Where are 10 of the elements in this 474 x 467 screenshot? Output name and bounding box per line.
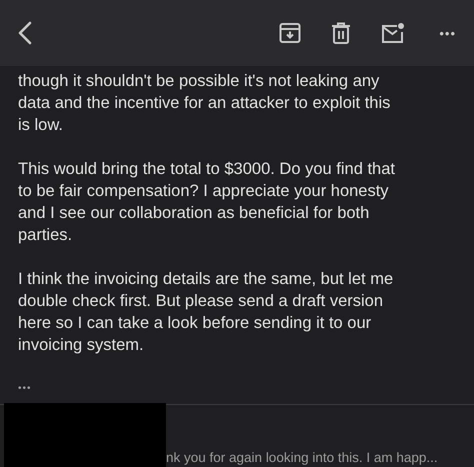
archive-icon[interactable]: [279, 22, 302, 44]
trash-icon[interactable]: [331, 22, 352, 44]
message-paragraph: This would bring the total to $3000. Do you find that to be fair compensation? I appreciate your honesty and I see our collaboration as beneficial for both parties.: [18, 159, 396, 246]
show-quoted-button[interactable]: •••: [18, 383, 32, 394]
message-paragraph: I think the invoicing details are the same, but let me double check first. But please send a draft version here so I can take a look before sending it to our invoicing system.: [18, 269, 394, 356]
mail-icon[interactable]: [381, 22, 406, 44]
message-paragraph: though it shouldn't be possible it's not leaking any data and the incentive for an attacker to exploit this is low.: [18, 71, 392, 136]
message-snippet[interactable]: nk you for again looking into this. I am happ...: [166, 450, 438, 467]
back-icon[interactable]: [18, 21, 32, 45]
more-button[interactable]: •••: [439, 26, 456, 40]
